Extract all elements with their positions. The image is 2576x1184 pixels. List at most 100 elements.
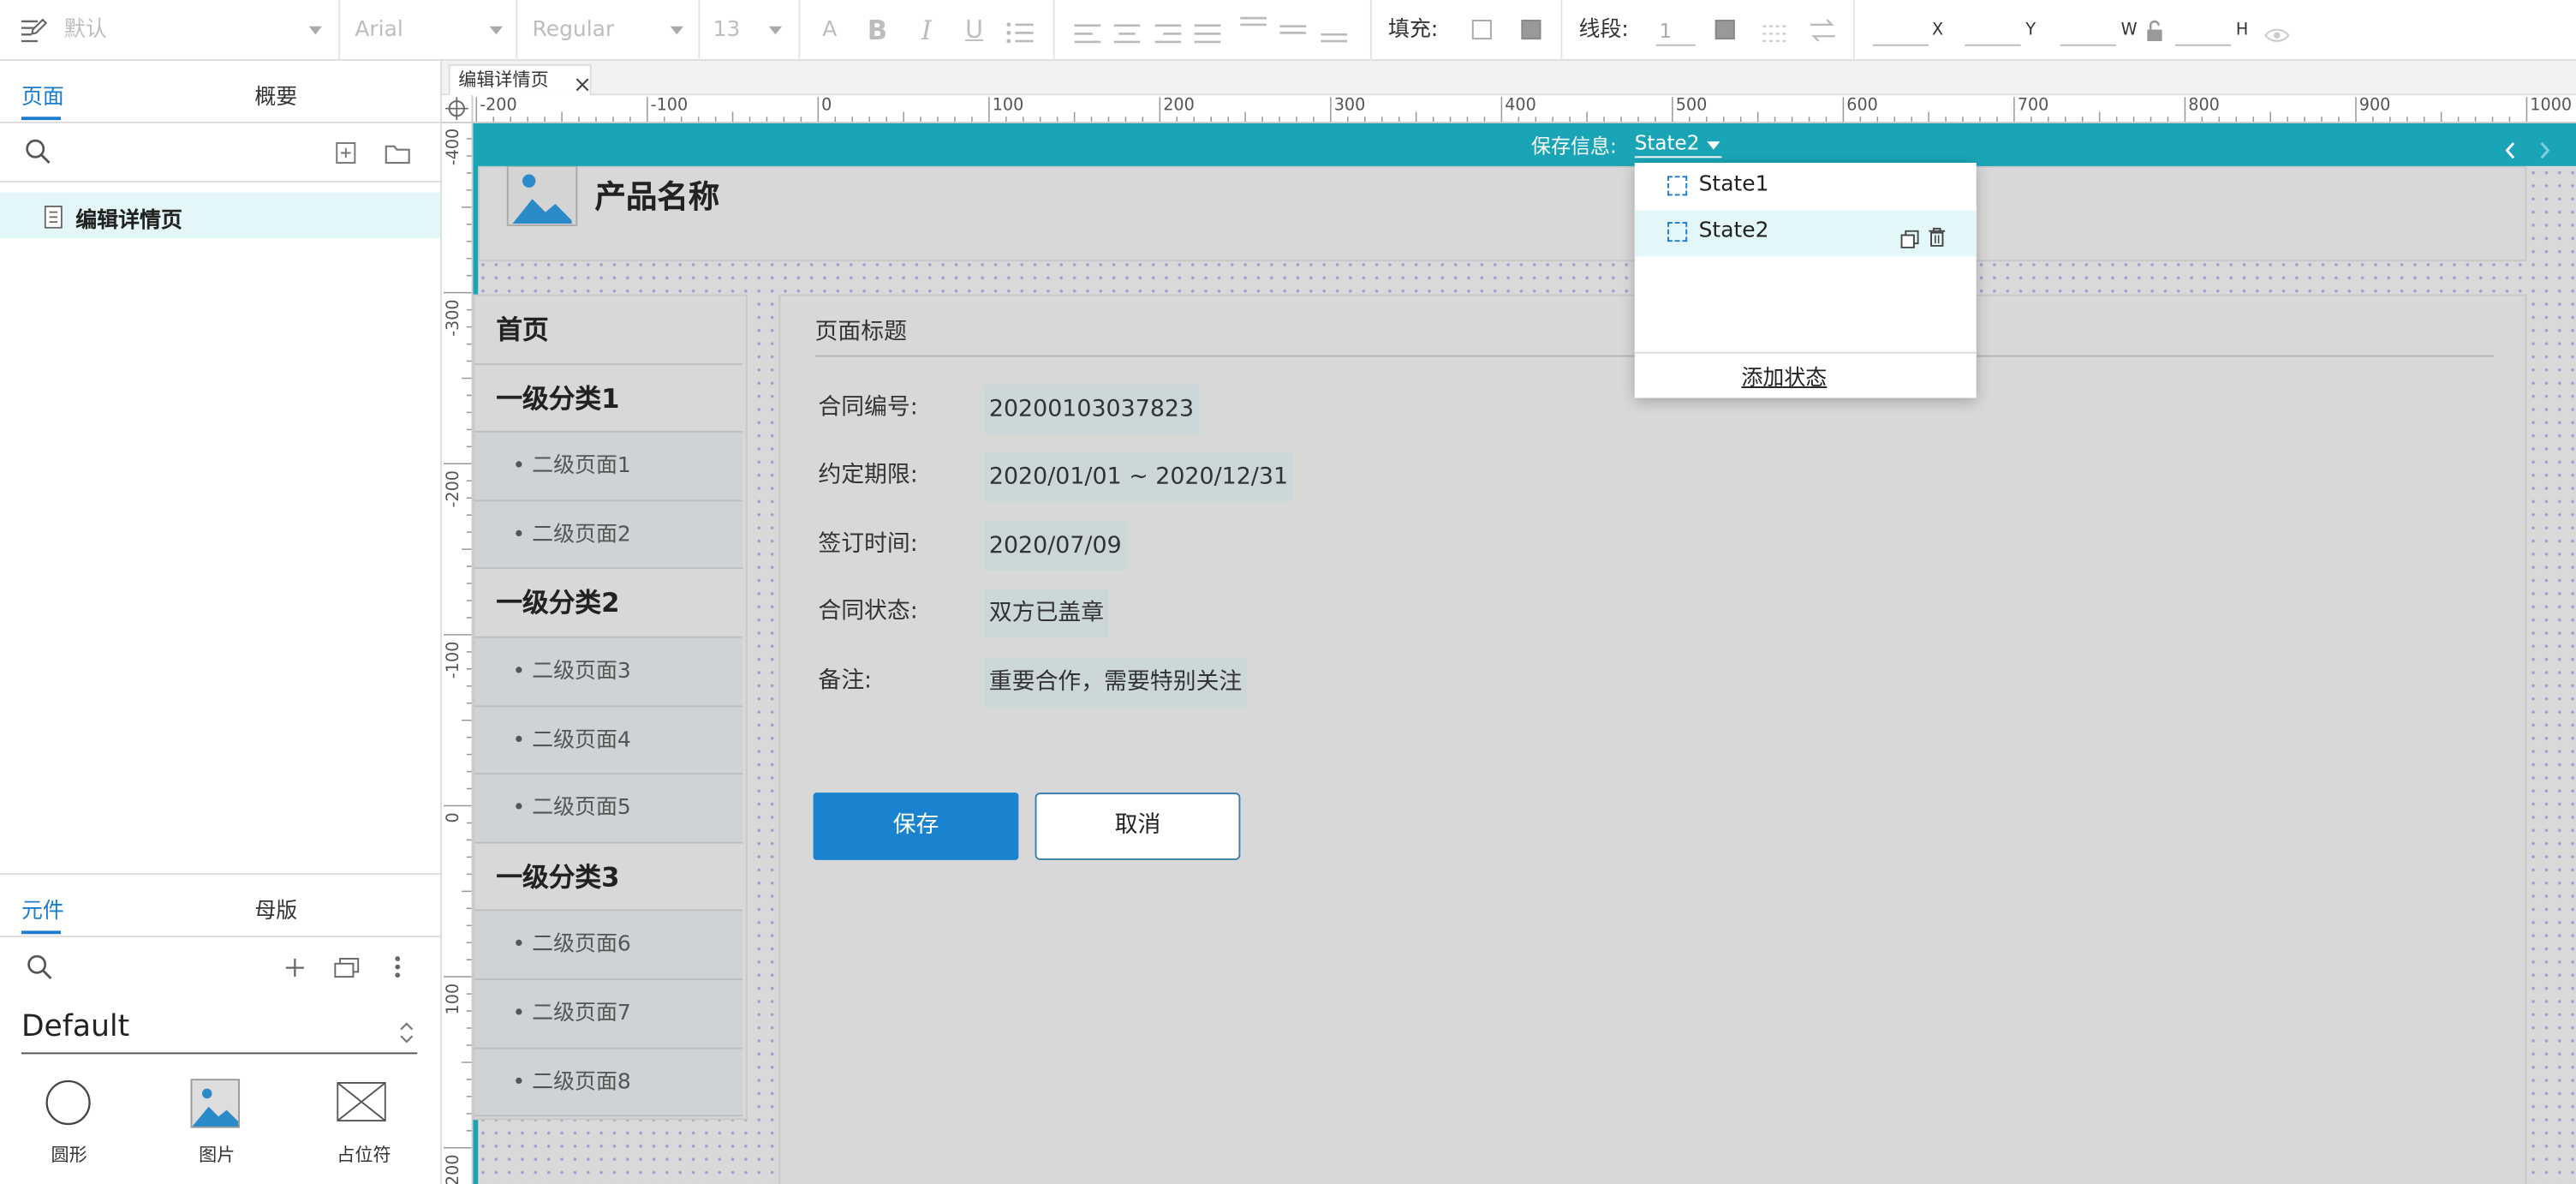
width-field[interactable] [2060, 20, 2116, 46]
nav-subpage[interactable]: • 二级页面7 [474, 979, 743, 1049]
nav-subpage[interactable]: • 二级页面8 [474, 1048, 743, 1117]
tab-masters[interactable]: 母版 [254, 896, 297, 929]
tab-outline[interactable]: 概要 [254, 82, 297, 115]
field-label: 合同编号: [818, 394, 918, 422]
ruler-tick-label: 0 [444, 812, 463, 823]
tab-widgets[interactable]: 元件 [21, 896, 64, 929]
more-options-icon[interactable] [394, 954, 401, 984]
document-tab-strip: 编辑详情页 [442, 61, 2576, 96]
widget-image[interactable]: 图片 [171, 1079, 263, 1177]
nav-label: 一级分类1 [496, 382, 620, 414]
previous-state-icon[interactable] [2504, 135, 2517, 165]
font-weight-dropdown[interactable]: Regular [533, 0, 687, 61]
state-selector[interactable]: State2 [1634, 132, 1723, 158]
ruler-tick-label: 100 [444, 983, 463, 1015]
add-page-icon[interactable] [335, 140, 356, 170]
ruler-tick-label: 1000 [2530, 97, 2573, 116]
valign-top-icon[interactable] [1238, 16, 1268, 49]
widget-circle[interactable]: 圆形 [23, 1079, 115, 1177]
add-state-link[interactable]: 添加状态 [1741, 360, 1827, 392]
ruler-tick-label: 600 [1846, 97, 1878, 116]
cancel-button[interactable]: 取消 [1035, 792, 1241, 860]
state-item-1[interactable]: State1 [1635, 163, 1977, 209]
align-center-icon[interactable] [1112, 20, 1142, 51]
nav-label: • 二级页面1 [512, 454, 631, 479]
y-field[interactable] [1965, 20, 2021, 46]
add-folder-icon[interactable] [385, 140, 411, 170]
ruler-tick-label: 100 [992, 97, 1024, 116]
page-item-edit-detail[interactable]: 编辑详情页 [0, 192, 441, 239]
style-dropdown[interactable]: 默认 [64, 0, 327, 61]
stroke-color-swatch[interactable] [1714, 20, 1735, 40]
duplicate-state-icon[interactable] [1900, 224, 1919, 254]
delete-state-icon[interactable] [1929, 222, 1946, 253]
fill-shadow-swatch[interactable] [1521, 20, 1541, 40]
fill-color-swatch[interactable] [1471, 20, 1492, 40]
add-library-icon[interactable] [284, 954, 306, 984]
lock-icon[interactable] [2145, 18, 2163, 49]
ruler-origin[interactable] [442, 95, 474, 123]
bold-icon[interactable]: B [861, 0, 893, 61]
design-canvas[interactable]: 产品名称 首页一级分类1 • 二级页面1 • 二级页面2 一级分类2 • 二级页面3 • … [473, 123, 2576, 1184]
italic-icon[interactable]: I [910, 0, 943, 61]
arrow-style-icon[interactable] [1809, 18, 1837, 49]
style-edit-icon[interactable] [20, 16, 48, 43]
next-state-icon[interactable] [2538, 135, 2551, 165]
field-value[interactable]: 20200103037823 [984, 385, 1199, 434]
nav-subpage[interactable]: • 二级页面1 [474, 433, 743, 502]
field-value[interactable]: 2020/07/09 [984, 521, 1127, 571]
nav-subpage[interactable]: • 二级页面3 [474, 637, 743, 707]
font-family-dropdown[interactable]: Arial [355, 0, 505, 61]
nav-subpage[interactable]: • 二级页面6 [474, 912, 743, 980]
state-item-2[interactable]: State2 [1634, 210, 1977, 257]
widget-image-label: 图片 [199, 1144, 236, 1166]
placeholder-x-icon [337, 1081, 386, 1128]
stroke-width-field[interactable]: 1 [1655, 20, 1696, 46]
nav-subpage[interactable]: • 二级页面2 [474, 501, 743, 570]
underline-icon[interactable]: U [957, 0, 990, 61]
font-color-icon[interactable]: A [814, 0, 846, 61]
nav-label: 首页 [496, 314, 549, 346]
save-button-label: 保存 [892, 812, 939, 839]
toolbar: 默认 Arial Regular 13 A B I U 填充: 线段: 1 X … [0, 0, 2576, 62]
header-panel[interactable]: 产品名称 [478, 164, 2527, 262]
bullet-list-icon[interactable] [1005, 20, 1035, 51]
left-panel: 页面 概要 编辑详情页 元件 母版 Default 圆形 图片 占位符 [0, 61, 443, 1184]
ruler-tick-label: 300 [1333, 97, 1366, 116]
field-value[interactable]: 重要合作，需要特别关注 [984, 657, 1248, 708]
font-size-dropdown[interactable]: 13 [713, 0, 785, 61]
visibility-eye-icon[interactable] [2264, 20, 2291, 51]
field-value[interactable]: 双方已盖章 [984, 589, 1109, 638]
save-button[interactable]: 保存 [813, 792, 1019, 860]
field-label: 合同状态: [818, 598, 918, 625]
widget-placeholder[interactable]: 占位符 [317, 1079, 408, 1177]
align-right-icon[interactable] [1154, 20, 1184, 51]
ruler-tick-label: 200 [1163, 97, 1195, 116]
nav-category[interactable]: 一级分类3 [474, 843, 743, 912]
x-field[interactable] [1872, 20, 1929, 46]
search-icon[interactable] [25, 138, 51, 170]
nav-category[interactable]: 一级分类2 [474, 569, 743, 638]
field-value[interactable]: 2020/01/01 ~ 2020/12/31 [984, 451, 1293, 502]
tab-edit-detail-page[interactable]: 编辑详情页 [448, 63, 592, 96]
ruler-tick-label: -200 [480, 97, 517, 116]
nav-category[interactable]: 一级分类1 [474, 364, 743, 434]
nav-label: • 二级页面3 [512, 659, 631, 685]
nav-subpage[interactable]: • 二级页面4 [474, 706, 743, 775]
align-justify-icon[interactable] [1193, 20, 1223, 51]
stroke-pattern-icon[interactable] [1761, 20, 1787, 51]
widget-search-icon[interactable] [27, 954, 53, 986]
align-left-icon[interactable] [1073, 20, 1103, 51]
nav-label: • 二级页面7 [512, 1001, 631, 1026]
state-bar-label: 保存信息: [1530, 135, 1617, 158]
library-stack-icon[interactable] [333, 954, 360, 984]
valign-middle-icon[interactable] [1278, 16, 1308, 49]
tab-pages[interactable]: 页面 [21, 82, 64, 115]
nav-subpage[interactable]: • 二级页面5 [474, 774, 743, 844]
valign-bottom-icon[interactable] [1319, 16, 1349, 49]
nav-category[interactable]: 首页 [474, 296, 743, 365]
state-dashed-box-icon [1667, 176, 1688, 196]
height-field[interactable] [2174, 20, 2232, 46]
library-selector[interactable]: Default [21, 1010, 418, 1055]
state-dashed-box-icon [1667, 222, 1688, 242]
